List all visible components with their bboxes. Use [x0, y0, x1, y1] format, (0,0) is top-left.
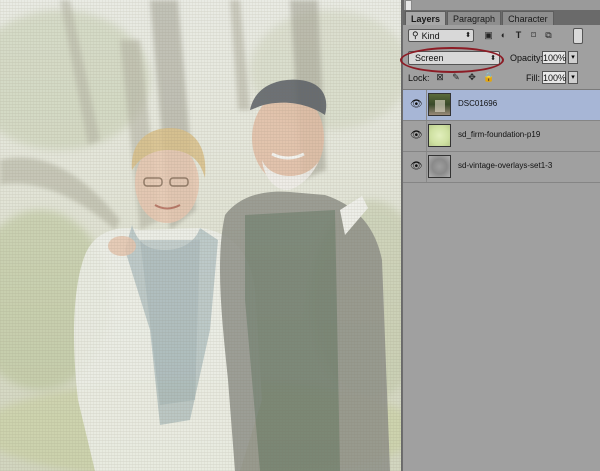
opacity-label: Opacity: [510, 53, 544, 63]
pixel-filter-icon[interactable]: ▣ [483, 29, 494, 41]
lock-icons: ⊠ ✎ ✥ 🔒 [435, 72, 494, 83]
tab-paragraph[interactable]: Paragraph [447, 11, 502, 25]
layer-thumbnail [428, 124, 451, 147]
kind-label: Kind [421, 30, 440, 41]
lock-label: Lock: [408, 73, 430, 83]
lock-image-icon[interactable]: ✎ [451, 72, 461, 83]
divider [426, 152, 427, 182]
type-filter-icon[interactable]: T [513, 29, 524, 41]
divider [426, 121, 427, 151]
kind-filter-select[interactable]: ⚲ Kind ⬍ [408, 29, 474, 42]
smart-object-filter-icon[interactable]: ⧉ [543, 29, 554, 41]
layers-panel: Layers Paragraph Character ⚲ Kind ⬍ ▣ ◐ … [400, 10, 600, 471]
document-canvas[interactable] [0, 0, 401, 471]
lock-position-icon[interactable]: ✥ [467, 72, 477, 83]
canvas-texture-overlay [0, 0, 401, 471]
layer-list: 👁 DSC01696 👁 sd_firm-foundation-p19 👁 sd… [403, 90, 600, 183]
shape-filter-icon[interactable]: ⌑ [528, 29, 539, 41]
tab-layers[interactable]: Layers [405, 11, 447, 25]
blend-row: Screen ⬍ Opacity: 100% ▾ [400, 47, 600, 73]
opacity-input[interactable]: 100% [542, 51, 566, 64]
search-icon: ⚲ [412, 30, 419, 40]
filter-toggle-switch[interactable] [573, 28, 583, 44]
fill-label: Fill: [526, 73, 540, 83]
eye-icon[interactable]: 👁 [410, 99, 423, 111]
eye-icon[interactable]: 👁 [410, 130, 423, 142]
layer-row[interactable]: 👁 sd_firm-foundation-p19 [403, 121, 600, 152]
layer-name: DSC01696 [458, 99, 498, 108]
lock-transparency-icon[interactable]: ⊠ [435, 72, 445, 83]
lock-row: Lock: ⊠ ✎ ✥ 🔒 Fill: 100% ▾ [403, 69, 600, 90]
filter-icons: ▣ ◐ T ⌑ ⧉ [483, 29, 554, 41]
adjustment-filter-icon[interactable]: ◐ [498, 29, 509, 41]
fill-slider-arrow[interactable]: ▾ [568, 71, 578, 84]
opacity-slider-arrow[interactable]: ▾ [568, 51, 578, 64]
layer-row[interactable]: 👁 DSC01696 [403, 90, 600, 121]
dropdown-arrow-icon: ⬍ [465, 32, 471, 39]
panel-tab-bar: Layers Paragraph Character [403, 10, 600, 25]
fill-input[interactable]: 100% [542, 71, 566, 84]
layer-thumbnail [428, 155, 451, 178]
eye-icon[interactable]: 👁 [410, 161, 423, 173]
filter-row: ⚲ Kind ⬍ ▣ ◐ T ⌑ ⧉ [403, 25, 600, 47]
layer-thumbnail [428, 93, 451, 116]
layer-name: sd_firm-foundation-p19 [458, 130, 541, 139]
layer-row[interactable]: 👁 sd-vintage-overlays-set1-3 [403, 152, 600, 183]
layer-name: sd-vintage-overlays-set1-3 [458, 161, 553, 170]
divider [426, 90, 427, 120]
lock-all-icon[interactable]: 🔒 [483, 72, 494, 83]
tab-character[interactable]: Character [502, 11, 554, 25]
